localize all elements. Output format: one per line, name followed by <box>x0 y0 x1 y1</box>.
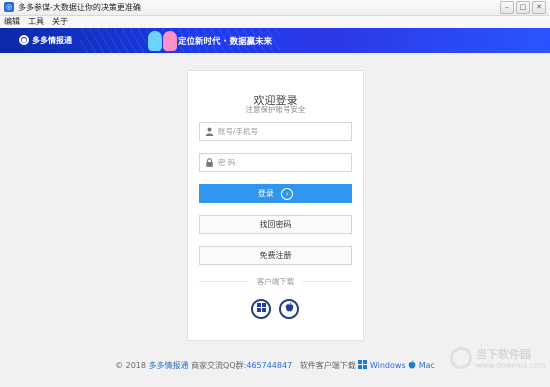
mac-download-button[interactable] <box>279 299 299 319</box>
minimize-button[interactable]: – <box>500 1 514 14</box>
security-note: 注意保护账号安全 <box>245 105 306 114</box>
windows-small-icon <box>358 360 370 370</box>
close-button[interactable]: ✕ <box>532 1 546 14</box>
banner: ● 多多情报通 定位新时代 · 数据赢未来 <box>0 28 550 53</box>
password-field[interactable] <box>199 153 352 172</box>
mascot-pink <box>163 31 177 51</box>
qq-group-label: 商家交流QQ群: <box>191 361 247 370</box>
menu-bar: 编辑 工具 关于 <box>0 16 550 28</box>
login-button[interactable]: 登录 › <box>199 184 352 203</box>
brand-logo-icon: ● <box>19 35 29 45</box>
recover-password-button[interactable]: 找回密码 <box>199 215 352 234</box>
title-bar: ◎ 多多参谋-大数据让你的决策更准确 – □ ✕ <box>0 0 550 16</box>
watermark-line1: 当下软件园 <box>476 348 531 361</box>
menu-about[interactable]: 关于 <box>48 16 72 28</box>
brand-name: 多多情报通 <box>32 36 72 45</box>
windows-download-button[interactable] <box>251 299 271 319</box>
password-input[interactable] <box>218 156 346 169</box>
maximize-button[interactable]: □ <box>516 1 530 14</box>
footer-brand-link[interactable]: 多多情报通 <box>149 361 189 370</box>
windows-icon <box>256 303 266 314</box>
window-controls: – □ ✕ <box>498 1 546 14</box>
banner-slogan: 定位新时代 · 数据赢未来 <box>178 37 273 47</box>
divider-right <box>302 281 352 282</box>
account-field[interactable] <box>199 122 352 141</box>
login-button-label: 登录 <box>257 189 274 198</box>
login-card: 欢迎登录 注意保护账号安全 登录 › 找回密码 免费注册 客户端下载 <box>187 70 364 341</box>
client-download-text: 软件客户端下载 <box>299 361 356 370</box>
account-input[interactable] <box>218 125 346 138</box>
window-title: 多多参谋-大数据让你的决策更准确 <box>18 3 141 12</box>
footer-windows-link[interactable]: Windows <box>370 361 406 370</box>
arrow-right-circle-icon: › <box>281 187 294 200</box>
footer-mac-link[interactable]: Mac <box>419 361 435 370</box>
user-icon <box>205 127 214 136</box>
app-icon: ◎ <box>4 2 14 12</box>
watermark-logo-icon <box>450 347 472 369</box>
menu-edit[interactable]: 编辑 <box>0 16 24 28</box>
mascot-blue <box>148 31 162 51</box>
register-button[interactable]: 免费注册 <box>199 246 352 265</box>
watermark-line2: www.downxia.com <box>476 361 546 370</box>
recover-password-label: 找回密码 <box>259 220 292 229</box>
menu-tools[interactable]: 工具 <box>24 16 48 28</box>
watermark: 当下软件园 www.downxia.com <box>450 343 546 377</box>
apple-icon <box>285 302 294 314</box>
lock-icon <box>205 158 214 167</box>
qq-group-number[interactable]: 465744847 <box>246 361 292 370</box>
apple-small-icon <box>408 360 419 370</box>
copyright: © 2018 <box>115 361 146 370</box>
register-label: 免费注册 <box>259 251 292 260</box>
